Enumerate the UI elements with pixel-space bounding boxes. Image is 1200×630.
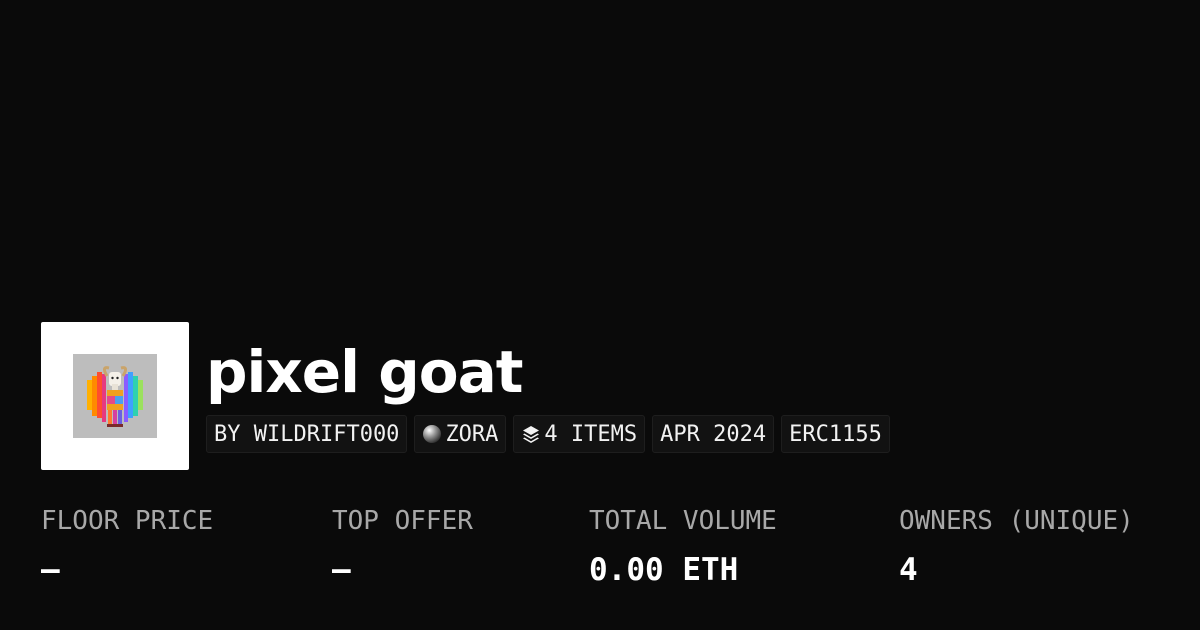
date-chip: APR 2024 <box>652 415 775 453</box>
goat-image <box>73 354 157 438</box>
stat-floor-price: FLOOR PRICE – <box>41 505 213 589</box>
collection-thumbnail[interactable] <box>41 322 189 470</box>
items-chip[interactable]: 4 ITEMS <box>513 415 646 453</box>
collection-title: pixel goat <box>206 338 523 406</box>
chain-chip-label: ZORA <box>445 421 499 447</box>
layers-icon <box>521 424 541 444</box>
stat-value: – <box>41 552 60 588</box>
stat-value: – <box>332 552 351 588</box>
stat-label: OWNERS (UNIQUE) <box>899 506 1134 536</box>
stat-value: 4 <box>899 552 918 588</box>
stat-top-offer: TOP OFFER – <box>332 505 473 589</box>
stat-label: FLOOR PRICE <box>41 506 214 536</box>
stat-owners: OWNERS (UNIQUE) 4 <box>899 505 1134 589</box>
collection-info: pixel goat BY WILDRIFT000 ZORA 4 ITEMS A… <box>206 322 890 453</box>
date-chip-label: APR 2024 <box>660 421 767 447</box>
stat-value: 0.00 ETH <box>589 552 739 588</box>
collection-chips: BY WILDRIFT000 ZORA 4 ITEMS APR 2024 ERC… <box>206 415 890 453</box>
standard-chip-label: ERC1155 <box>789 421 882 447</box>
chain-chip[interactable]: ZORA <box>414 415 507 453</box>
creator-chip[interactable]: BY WILDRIFT000 <box>206 415 408 453</box>
zora-orb-icon <box>422 424 442 444</box>
standard-chip: ERC1155 <box>781 415 890 453</box>
items-chip-label: 4 ITEMS <box>544 421 638 447</box>
collection-header: pixel goat BY WILDRIFT000 ZORA 4 ITEMS A… <box>41 322 890 470</box>
goat-artwork <box>73 354 157 438</box>
stat-total-volume: TOTAL VOLUME 0.00 ETH <box>589 505 777 589</box>
stat-label: TOTAL VOLUME <box>589 506 777 536</box>
stat-label: TOP OFFER <box>332 506 473 536</box>
creator-chip-label: BY WILDRIFT000 <box>214 421 400 447</box>
